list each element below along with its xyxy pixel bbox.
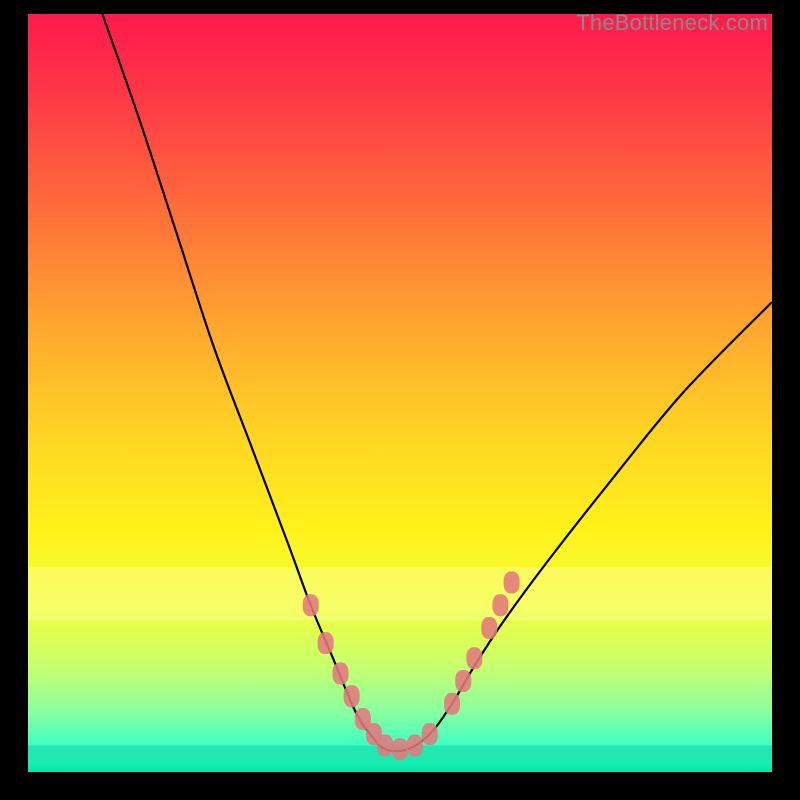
gradient-field — [28, 14, 772, 772]
curve-marker — [344, 685, 360, 707]
bottleneck-chart — [28, 14, 772, 772]
curve-marker — [444, 693, 460, 715]
curve-marker — [332, 662, 348, 684]
curve-marker — [303, 594, 319, 616]
curve-marker — [422, 723, 438, 745]
curve-marker — [466, 647, 482, 669]
curve-marker — [455, 670, 471, 692]
curve-marker — [492, 594, 508, 616]
curve-marker — [392, 738, 408, 760]
curve-marker — [407, 734, 423, 756]
curve-marker — [504, 572, 520, 594]
curve-marker — [481, 617, 497, 639]
watermark-text: TheBottleneck.com — [576, 10, 768, 36]
curve-marker — [377, 734, 393, 756]
curve-marker — [318, 632, 334, 654]
chart-frame — [28, 14, 772, 772]
